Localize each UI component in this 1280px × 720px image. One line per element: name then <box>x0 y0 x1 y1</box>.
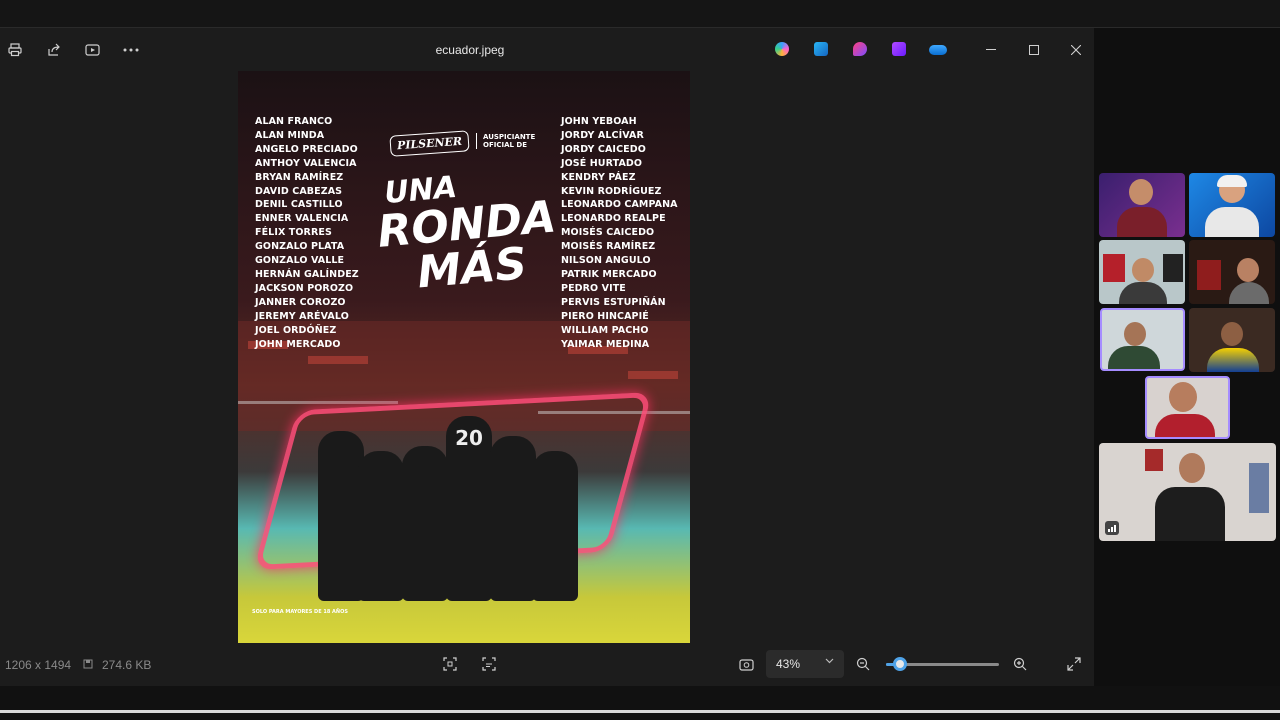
edit-image-icon[interactable] <box>814 42 828 56</box>
roster-name: NILSON ANGULO <box>561 255 651 267</box>
roster-name: BRYAN RAMÍREZ <box>255 171 344 183</box>
roster-name: PEDRO VITE <box>561 282 626 294</box>
signal-icon <box>1105 521 1119 535</box>
roster-left-column: ALAN FRANCO ALAN MINDA ANGELO PRECIADO ANTH… <box>255 115 359 351</box>
photos-viewer-window: ecuador.jpeg ALAN FRANCO ALAN MINDA ANGE… <box>0 28 1094 686</box>
roster-name: JOHN MERCADO <box>255 338 341 350</box>
sponsor-subtitle: AUSPICIANTE OFICIAL DE <box>476 133 535 149</box>
webcam-tile-large <box>1099 443 1276 541</box>
zoom-in-icon[interactable] <box>1010 654 1030 674</box>
zoom-slider-thumb[interactable] <box>892 657 907 671</box>
fullscreen-icon[interactable] <box>1064 654 1084 674</box>
roster-name: WILLIAM PACHO <box>561 324 649 336</box>
roster-name: FÉLIX TORRES <box>255 227 332 239</box>
actual-size-icon[interactable] <box>479 654 499 674</box>
roster-name: MOISÉS RAMÍREZ <box>561 241 656 253</box>
legal-disclaimer: SOLO PARA MAYORES DE 18 AÑOS <box>252 609 348 615</box>
roster-name: JOEL ORDÓÑEZ <box>255 324 337 336</box>
sponsor-logo: PILSENER AUSPICIANTE OFICIAL DE <box>389 130 540 161</box>
roster-name: DENIL CASTILLO <box>255 199 343 211</box>
roster-name: LEONARDO REALPE <box>561 213 666 225</box>
zoom-preset-icon[interactable] <box>736 654 756 674</box>
roster-name: JORDY ALCÍVAR <box>561 129 644 141</box>
players-huddle: 20 <box>318 401 598 601</box>
close-icon[interactable] <box>1066 40 1086 60</box>
roster-name: JACKSON POROZO <box>255 282 354 294</box>
webcam-tile-active <box>1145 376 1230 439</box>
roster-name: JOSÉ HURTADO <box>561 157 643 169</box>
roster-name: PERVIS ESTUPIÑÁN <box>561 296 666 308</box>
roster-name: YAIMAR MEDINA <box>561 338 650 350</box>
roster-name: ANGELO PRECIADO <box>255 143 358 155</box>
webcam-tile <box>1099 240 1185 304</box>
roster-right-column: JOHN YEBOAH JORDY ALCÍVAR JORDY CAICEDO JOS… <box>561 115 678 351</box>
roster-name: DAVID CABEZAS <box>255 185 343 197</box>
onedrive-icon[interactable] <box>929 45 947 55</box>
headline-line-3: MÁS <box>415 238 529 299</box>
webcam-tile <box>1189 173 1275 237</box>
image-canvas[interactable]: ALAN FRANCO ALAN MINDA ANGELO PRECIADO ANTH… <box>0 71 1094 643</box>
designer-icon[interactable] <box>853 42 867 56</box>
clipchamp-icon[interactable] <box>892 42 906 56</box>
image-dimensions: 1206 x 1494 <box>5 658 72 672</box>
webcam-tile <box>1189 308 1275 372</box>
sponsor-line-1: AUSPICIANTE <box>483 133 536 141</box>
webcam-tile-active <box>1100 308 1185 371</box>
roster-name: ENNER VALENCIA <box>255 213 349 225</box>
file-size: 274.6 KB <box>102 658 152 672</box>
roster-name: GONZALO VALLE <box>255 255 345 267</box>
roster-name: JOHN YEBOAH <box>561 116 637 127</box>
roster-name: JORDY CAICEDO <box>561 143 646 155</box>
roster-name: LEONARDO CAMPANA <box>561 199 678 211</box>
sponsor-brand: PILSENER <box>389 130 470 157</box>
roster-name: MOISÉS CAICEDO <box>561 227 655 239</box>
roster-name: GONZALO PLATA <box>255 241 345 253</box>
fit-to-window-icon[interactable] <box>440 654 460 674</box>
poster-headline: UNA RONDA MÁS <box>373 163 563 299</box>
zoom-slider[interactable] <box>886 657 999 671</box>
copilot-icon[interactable] <box>775 42 789 56</box>
roster-name: JANNER COROZO <box>255 296 346 308</box>
roster-name: PATRIK MERCADO <box>561 268 657 280</box>
roster-name: ANTHOY VALENCIA <box>255 157 357 169</box>
top-strip <box>0 0 1280 28</box>
roster-name: JEREMY ARÉVALO <box>255 310 349 322</box>
maximize-icon[interactable] <box>1024 40 1044 60</box>
poster-image: ALAN FRANCO ALAN MINDA ANGELO PRECIADO ANTH… <box>238 71 690 643</box>
roster-name: HERNÁN GALÍNDEZ <box>255 268 359 280</box>
roster-name: KENDRY PÁEZ <box>561 171 636 183</box>
roster-name: ALAN MINDA <box>255 129 325 141</box>
title-bar: ecuador.jpeg <box>0 28 1094 72</box>
file-title: ecuador.jpeg <box>435 43 505 57</box>
chevron-down-icon <box>825 656 834 667</box>
webcam-tile <box>1189 240 1275 304</box>
zoom-value: 43% <box>776 657 801 671</box>
file-size-icon <box>83 658 93 672</box>
bottom-strip <box>0 686 1280 720</box>
zoom-dropdown[interactable]: 43% <box>766 650 844 678</box>
zoom-out-icon[interactable] <box>853 654 873 674</box>
progress-line <box>0 710 1280 713</box>
status-bar: 1206 x 1494 274.6 KB 43% <box>0 642 1094 686</box>
roster-name: KEVIN RODRÍGUEZ <box>561 185 662 197</box>
jersey-number: 20 <box>455 426 483 450</box>
roster-name: PIERO HINCAPIÉ <box>561 310 649 322</box>
roster-name: ALAN FRANCO <box>255 116 333 127</box>
webcam-tile <box>1099 173 1185 237</box>
minimize-icon[interactable] <box>981 40 1001 60</box>
sponsor-line-2: OFICIAL DE <box>483 141 527 149</box>
